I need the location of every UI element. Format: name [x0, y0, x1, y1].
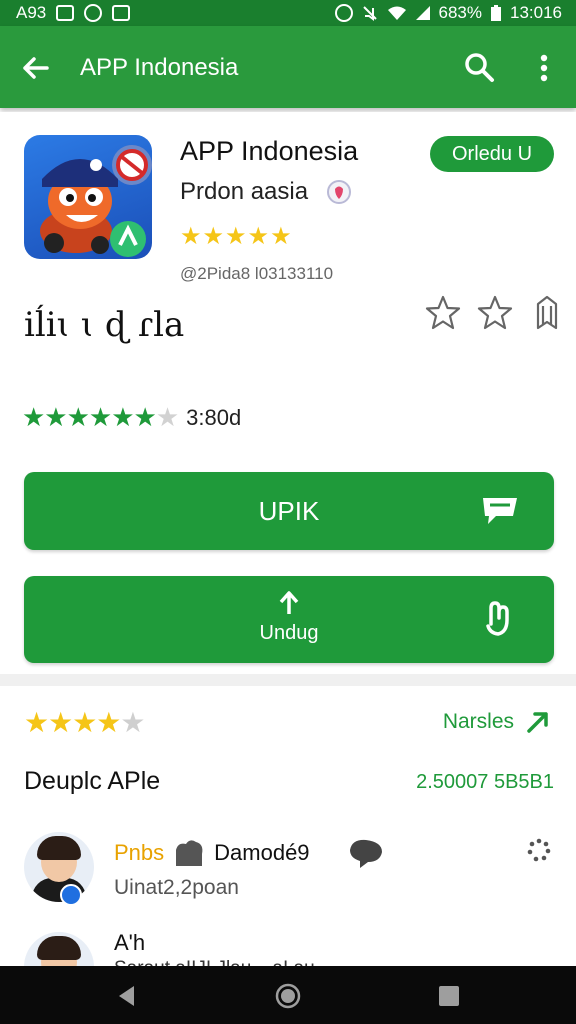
nav-home-icon[interactable] — [275, 983, 301, 1009]
alarm-icon — [334, 4, 353, 22]
review-header: Pnbs Damodé9 — [114, 836, 386, 870]
app-icon[interactable] — [24, 135, 152, 259]
signal-icon — [415, 6, 430, 20]
clock: 13:016 — [510, 3, 562, 22]
reviews-link-label: Narsles — [442, 710, 514, 733]
download-label: Undug — [259, 622, 319, 644]
section-divider — [0, 674, 576, 686]
app-meta-line: @2Pida8 l03133110 — [180, 264, 334, 283]
reviewer-name: A'h — [114, 930, 146, 955]
reviewer-name: Damodé9 — [214, 840, 310, 865]
rating-stars: ★★★★★★★ — [22, 402, 179, 432]
rating-summary: ★★★★★★★ 3:80d — [22, 402, 241, 433]
status-bar: A93 683% 13:016 — [0, 0, 576, 26]
app-tagline: iĺiɩ ɩ ɖ ɾla — [24, 305, 185, 345]
reviews-section-count: 2.50007 5B5B1 — [416, 771, 554, 793]
star-outline-icon[interactable] — [476, 294, 514, 332]
reviews-section-title: Deuplc APle — [24, 767, 161, 795]
search-icon[interactable] — [461, 49, 497, 85]
reviewer-avatar[interactable] — [24, 832, 94, 902]
system-nav-bar — [0, 966, 576, 1024]
app-bar-title: APP Indonesia — [80, 54, 239, 81]
loading-dots-icon[interactable] — [526, 837, 552, 863]
cloud-icon — [176, 840, 203, 866]
reviews-more-link[interactable]: Narsles — [443, 708, 552, 736]
rate-actions — [424, 294, 566, 332]
review-prefix: Pnbs — [114, 840, 165, 865]
mute-icon — [362, 6, 377, 21]
arrow-forward-icon — [527, 712, 548, 733]
primary-action-button[interactable]: UPIK — [24, 472, 554, 550]
rating-count: 3:80d — [186, 404, 242, 430]
hand-touch-icon — [486, 601, 509, 636]
photos-notification-icon — [112, 5, 131, 21]
chat-icon — [483, 498, 517, 524]
reviews-average-stars: ★★★★★ — [24, 707, 146, 738]
nav-back-icon[interactable] — [114, 983, 140, 1009]
arrow-up-icon — [279, 591, 299, 614]
status-carrier-text: A93 — [16, 3, 47, 22]
verified-badge-icon — [60, 884, 82, 906]
image-notification-icon — [56, 5, 75, 21]
more-vert-icon[interactable] — [530, 50, 558, 86]
chat-bubble-icon — [349, 839, 382, 868]
nav-recents-icon[interactable] — [436, 983, 462, 1009]
bookmark-outline-icon[interactable] — [528, 294, 566, 332]
battery-icon — [491, 5, 501, 21]
primary-action-label: UPIK — [258, 496, 320, 526]
app-bar: APP Indonesia — [0, 26, 576, 108]
open-button[interactable]: Orledu U — [430, 136, 554, 172]
developer-badge-icon — [327, 180, 351, 204]
arrow-back-icon[interactable] — [18, 50, 54, 86]
app-name: APP Indonesia — [180, 136, 359, 166]
download-button[interactable]: Undug — [24, 576, 554, 663]
app-rating-stars: ★★★★★ — [180, 223, 293, 250]
wifi-icon — [387, 6, 406, 20]
google-notification-icon — [84, 4, 103, 22]
star-outline-icon[interactable] — [424, 294, 462, 332]
mascot-illustration — [40, 145, 152, 257]
battery-percent: 683% — [438, 3, 482, 22]
review-meta: Uinat2,2poan — [114, 876, 239, 899]
developer-name[interactable]: Prdon aasia — [180, 178, 308, 206]
